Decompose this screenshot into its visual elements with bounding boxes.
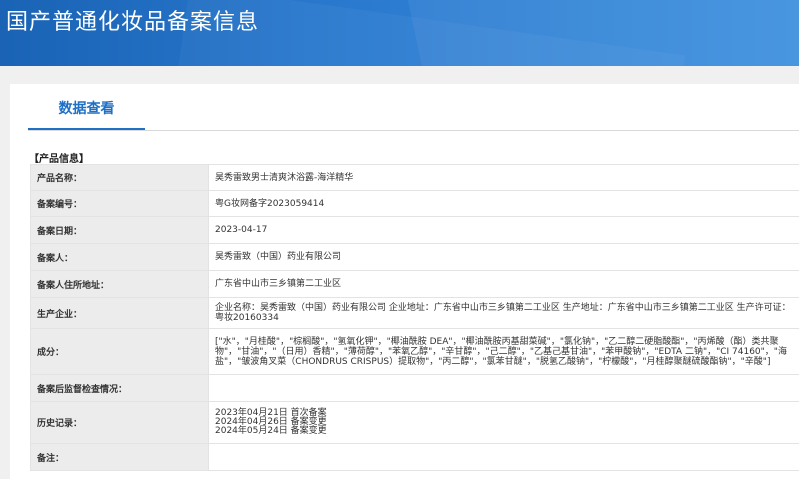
table-row: 生产企业： 企业名称：昊秀雷致（中国）药业有限公司 企业地址：广东省中山市三乡镇… — [30, 297, 799, 329]
record-no-label: 备案编号： — [30, 190, 209, 217]
record-date-value: 2023-04-17 — [208, 216, 799, 244]
notes-label: 备注： — [30, 443, 209, 471]
table-row: 备案人住所地址： 广东省中山市三乡镇第二工业区 — [30, 270, 799, 298]
tab-data-view[interactable]: 数据查看 — [28, 84, 145, 130]
product-info-table: 产品名称： 昊秀雷致男士清爽沐浴露-海洋精华 备案编号： 粤G妆网备字20230… — [30, 164, 799, 471]
applicant-address-value: 广东省中山市三乡镇第二工业区 — [208, 270, 799, 298]
applicant-label: 备案人： — [30, 243, 209, 271]
post-market-check-label: 备案后监督检查情况： — [30, 374, 209, 402]
applicant-address-label: 备案人住所地址： — [30, 270, 209, 298]
notes-value — [208, 443, 799, 471]
table-row: 备案后监督检查情况： — [30, 374, 799, 402]
record-no-value: 粤G妆网备字2023059414 — [208, 190, 799, 217]
tab-bar: 数据查看 — [28, 84, 799, 131]
history-entry: 2024年05月24日 备案变更 — [215, 426, 327, 436]
post-market-check-value — [208, 374, 799, 402]
ingredients-label: 成分： — [30, 328, 209, 375]
table-row: 产品名称： 昊秀雷致男士清爽沐浴露-海洋精华 — [30, 164, 799, 191]
product-name-label: 产品名称： — [30, 164, 209, 191]
table-row: 备案日期： 2023-04-17 — [30, 216, 799, 244]
record-date-label: 备案日期： — [30, 216, 209, 244]
header-banner: 国产普通化妆品备案信息 — [0, 0, 799, 66]
page-title: 国产普通化妆品备案信息 — [6, 10, 260, 35]
table-row: 备案编号： 粤G妆网备字2023059414 — [30, 190, 799, 217]
product-name-value: 昊秀雷致男士清爽沐浴露-海洋精华 — [208, 164, 799, 191]
manufacturer-label: 生产企业： — [30, 297, 209, 329]
table-row: 备注： — [30, 443, 799, 471]
table-row: 成分： ["水"，"月桂酸"，"棕榈酸"，"氢氧化钾"，"椰油酰胺 DEA"，"… — [30, 328, 799, 375]
applicant-value: 昊秀雷致（中国）药业有限公司 — [208, 243, 799, 271]
ingredients-value: ["水"，"月桂酸"，"棕榈酸"，"氢氧化钾"，"椰油酰胺 DEA"，"椰油酰胺… — [208, 328, 799, 375]
history-value: 2023年04月21日 首次备案 2024年04月26日 备案变更 2024年0… — [208, 401, 799, 444]
history-label: 历史记录： — [30, 401, 209, 444]
manufacturer-value: 企业名称：昊秀雷致（中国）药业有限公司 企业地址：广东省中山市三乡镇第二工业区 … — [208, 297, 799, 329]
section-title: 【产品信息】 — [29, 154, 89, 165]
content-panel: 数据查看 【产品信息】 产品名称： 昊秀雷致男士清爽沐浴露-海洋精华 备案编号：… — [10, 84, 799, 479]
table-row: 历史记录： 2023年04月21日 首次备案 2024年04月26日 备案变更 … — [30, 401, 799, 444]
table-row: 备案人： 昊秀雷致（中国）药业有限公司 — [30, 243, 799, 271]
